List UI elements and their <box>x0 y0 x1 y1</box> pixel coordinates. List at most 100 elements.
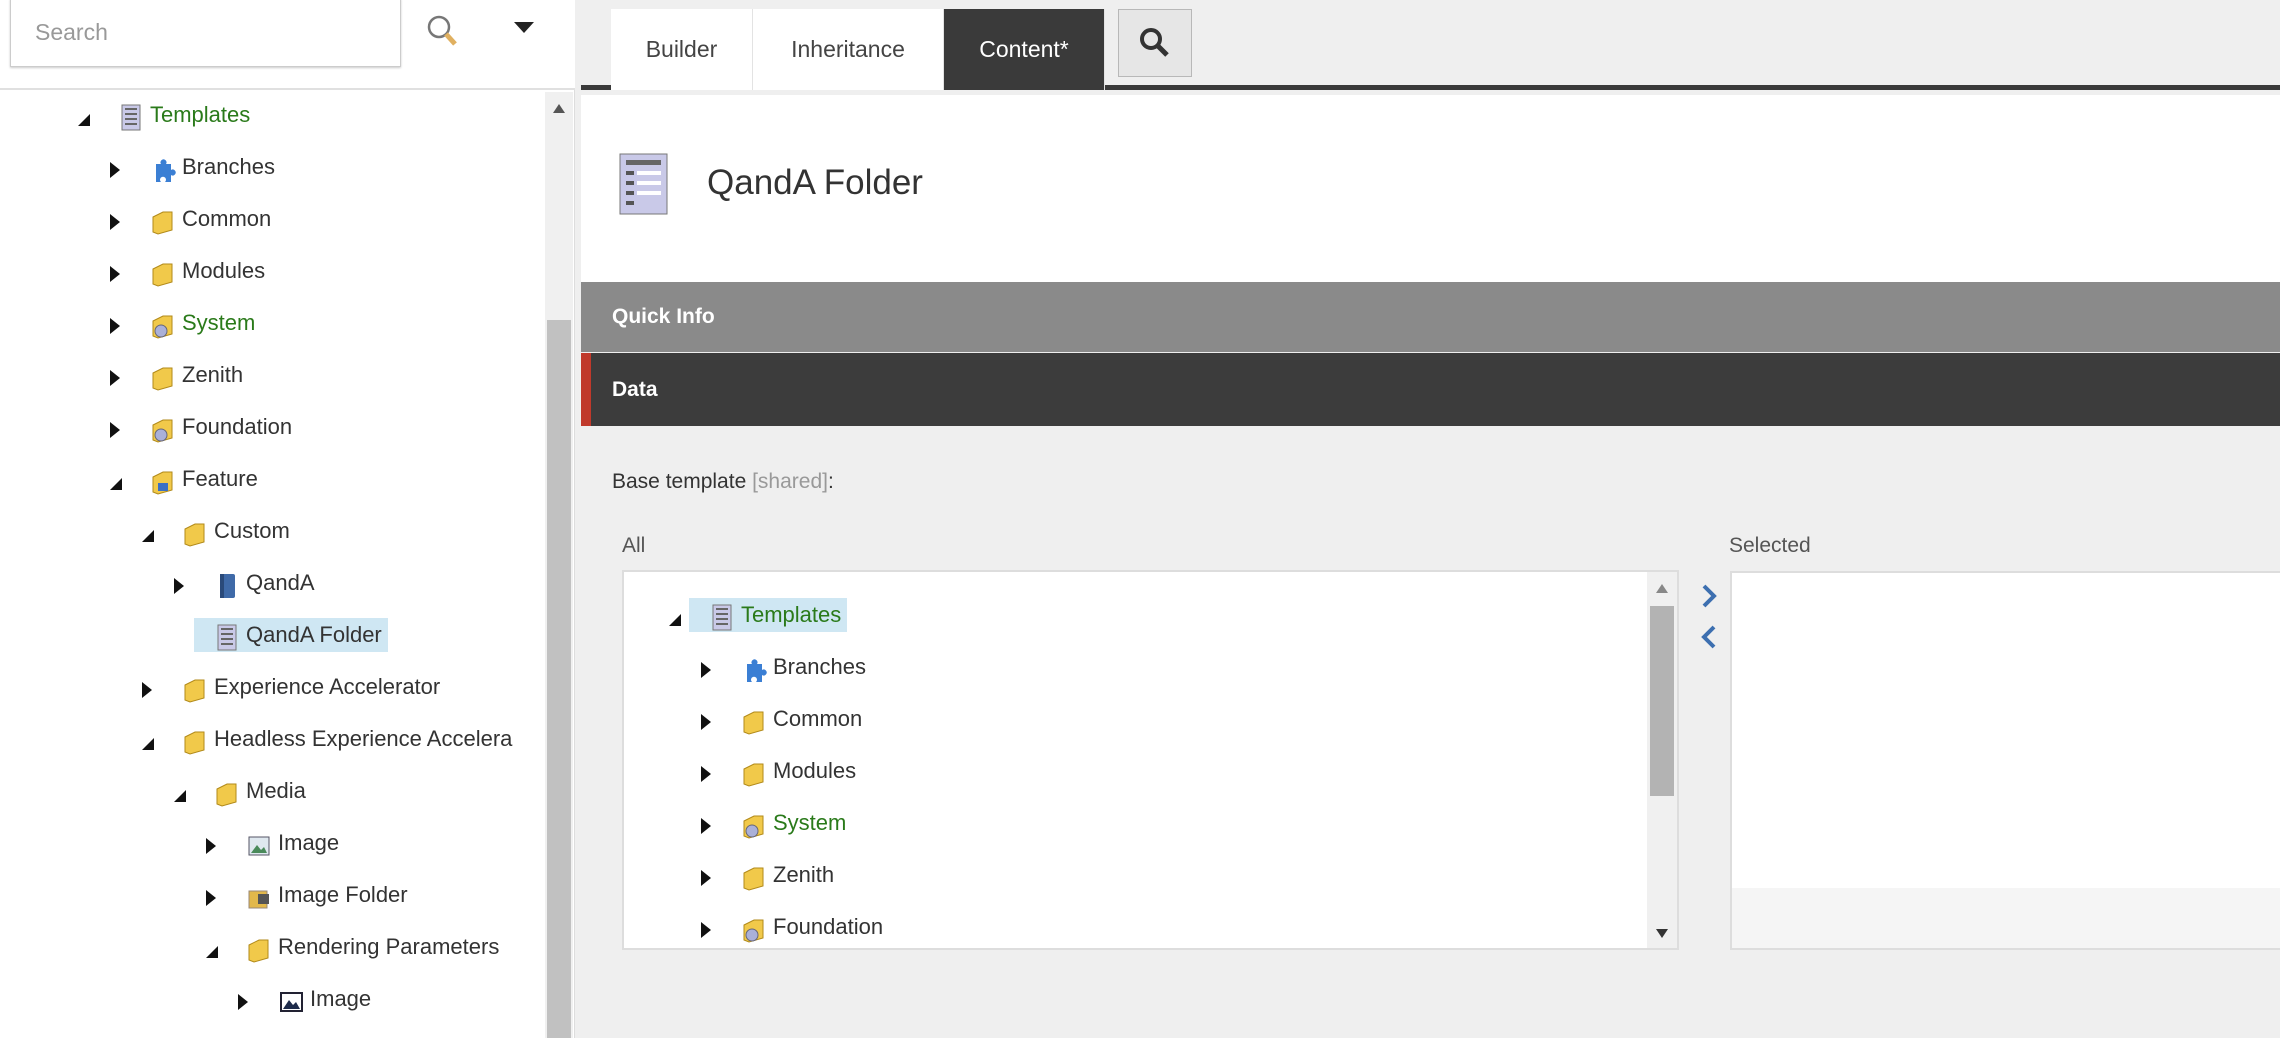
search-icon[interactable] <box>424 12 464 52</box>
folder-icon <box>182 520 208 548</box>
tree-item[interactable]: Zenith <box>624 856 1677 900</box>
tree-item[interactable]: Modules <box>624 752 1677 796</box>
tree-item[interactable]: Image <box>0 824 545 868</box>
tree-item-label[interactable]: Image <box>258 982 377 1016</box>
tree-item-label[interactable]: Zenith <box>721 858 840 892</box>
expand-arrow-icon[interactable] <box>110 266 120 282</box>
section-data[interactable]: Data <box>581 353 2280 426</box>
tree-item-label[interactable]: Headless Experience Accelera <box>162 722 518 756</box>
scrollbar-thumb[interactable] <box>1650 606 1674 796</box>
expand-arrow-icon[interactable] <box>110 370 120 386</box>
search-tab-button[interactable] <box>1118 9 1192 77</box>
selected-label: Selected <box>1729 534 1811 557</box>
expand-arrow-icon[interactable] <box>110 162 120 178</box>
expand-arrow-icon[interactable] <box>701 714 711 730</box>
tree-item[interactable]: Feature <box>0 460 545 504</box>
tree-item[interactable]: System <box>624 804 1677 848</box>
tree-scrollbar[interactable] <box>545 92 573 1038</box>
expand-arrow-icon[interactable] <box>701 818 711 834</box>
scroll-up-icon[interactable] <box>553 104 565 113</box>
folder-icon <box>182 728 208 756</box>
image-icon <box>246 832 272 860</box>
content-tree-pane: Templates Branches Common Modules System Zeni… <box>0 0 575 1038</box>
tree-item-label[interactable]: QandA <box>194 566 321 600</box>
section-title: Quick Info <box>612 305 715 328</box>
tree-item-label[interactable]: Image <box>226 826 345 860</box>
expand-arrow-icon[interactable] <box>206 890 216 906</box>
tree-item[interactable]: Templates <box>0 96 545 140</box>
tree-item[interactable]: Foundation <box>0 408 545 452</box>
tree-item-label[interactable]: Media <box>194 774 312 808</box>
field-label: Base template [shared]: <box>612 470 834 494</box>
tree-item[interactable]: Common <box>624 700 1677 744</box>
tree-item[interactable]: Image Folder <box>0 876 545 920</box>
puzzle-icon <box>150 156 176 184</box>
collapse-arrow-icon[interactable] <box>206 946 218 958</box>
tree-item[interactable]: System <box>0 304 545 348</box>
tree-item[interactable]: Rendering Parameters <box>0 928 545 972</box>
add-selected-chevron-right-icon[interactable] <box>1697 582 1721 610</box>
tab-builder[interactable]: Builder <box>611 9 753 90</box>
expand-arrow-icon[interactable] <box>142 682 152 698</box>
scroll-down-icon[interactable] <box>1656 929 1668 938</box>
expand-arrow-icon[interactable] <box>701 662 711 678</box>
selected-templates-list[interactable] <box>1730 571 2280 950</box>
tab-content[interactable]: Content* <box>944 9 1105 90</box>
folder-icon <box>246 936 272 964</box>
tab-inheritance[interactable]: Inheritance <box>753 9 944 90</box>
system-folder-icon <box>150 416 176 444</box>
shared-tag: [shared] <box>752 470 828 493</box>
folder-icon <box>214 780 240 808</box>
expand-arrow-icon[interactable] <box>206 838 216 854</box>
tree-item[interactable]: Media <box>0 772 545 816</box>
collapse-arrow-icon[interactable] <box>669 614 681 626</box>
expand-arrow-icon[interactable] <box>110 422 120 438</box>
scroll-up-icon[interactable] <box>1656 584 1668 593</box>
tree-scrollbar[interactable] <box>1647 572 1677 948</box>
field-name: Base template <box>612 470 747 493</box>
tree-item[interactable]: Common <box>0 200 545 244</box>
tree-item[interactable]: QandA <box>0 564 545 608</box>
search-input[interactable] <box>10 0 401 67</box>
tree-item[interactable]: Image <box>0 980 545 1024</box>
collapse-arrow-icon[interactable] <box>78 114 90 126</box>
feature-folder-icon <box>150 468 176 496</box>
folder-icon <box>150 260 176 288</box>
system-folder-icon <box>741 916 767 944</box>
tree-item[interactable]: Modules <box>0 252 545 296</box>
tree-item[interactable]: Templates <box>624 596 1677 640</box>
tree-item[interactable]: QandA Folder <box>0 616 545 660</box>
tree-item[interactable]: Experience Accelerator <box>0 668 545 712</box>
search-bar <box>0 0 575 90</box>
expand-arrow-icon[interactable] <box>238 994 248 1010</box>
collapse-arrow-icon[interactable] <box>142 738 154 750</box>
tree-item[interactable]: Custom <box>0 512 545 556</box>
tree-item[interactable]: Zenith <box>0 356 545 400</box>
puzzle-icon <box>741 656 767 684</box>
folder-icon <box>741 760 767 788</box>
tree-item[interactable]: Branches <box>624 648 1677 692</box>
remove-selected-chevron-left-icon[interactable] <box>1697 623 1721 651</box>
expand-arrow-icon[interactable] <box>701 922 711 938</box>
expand-arrow-icon[interactable] <box>174 578 184 594</box>
template-icon <box>619 153 668 215</box>
tree-item[interactable]: Foundation <box>624 908 1677 948</box>
template-icon <box>214 624 240 652</box>
collapse-arrow-icon[interactable] <box>174 790 186 802</box>
all-templates-tree: Templates Branches Common Modules System Zeni… <box>622 570 1679 950</box>
tree-item[interactable]: Headless Experience Accelera <box>0 720 545 764</box>
image-folder-icon <box>246 884 272 912</box>
scrollbar-thumb[interactable] <box>547 320 571 1038</box>
system-folder-icon <box>741 812 767 840</box>
folder-icon <box>150 364 176 392</box>
collapse-arrow-icon[interactable] <box>110 478 122 490</box>
expand-arrow-icon[interactable] <box>110 318 120 334</box>
chevron-down-icon[interactable] <box>514 22 534 33</box>
section-quick-info[interactable]: Quick Info <box>581 282 2280 352</box>
collapse-arrow-icon[interactable] <box>142 530 154 542</box>
tree-item[interactable]: Branches <box>0 148 545 192</box>
expand-arrow-icon[interactable] <box>701 870 711 886</box>
expand-arrow-icon[interactable] <box>701 766 711 782</box>
expand-arrow-icon[interactable] <box>110 214 120 230</box>
tree-item-label[interactable]: Zenith <box>130 358 249 392</box>
